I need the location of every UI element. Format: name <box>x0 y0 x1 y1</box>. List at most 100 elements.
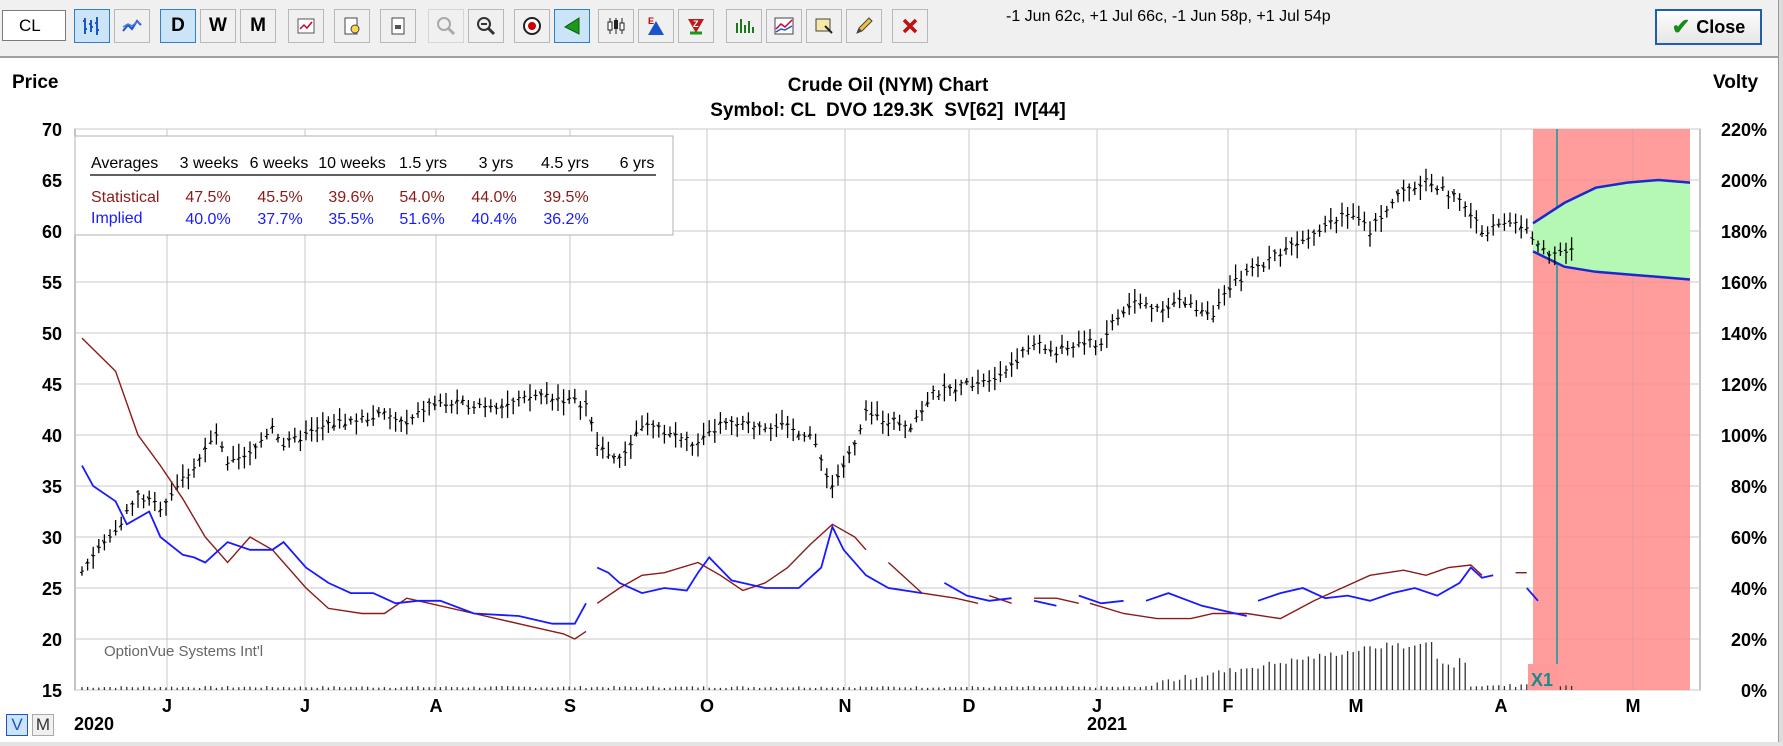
watermark: OptionVue Systems Int'l <box>104 643 263 660</box>
price-tick-label: 15 <box>42 681 62 701</box>
price-bar-open <box>303 431 307 434</box>
statistical-value: 47.5% <box>185 189 230 206</box>
close-label: Close <box>1696 16 1746 37</box>
month-tick-label: S <box>564 696 576 716</box>
x1-marker[interactable]: X1 <box>1528 664 1558 690</box>
line-chart-icon[interactable] <box>114 9 150 43</box>
month-tick-label: M <box>1626 696 1641 716</box>
month-tick-label: D <box>963 696 976 716</box>
statistical-value: 45.5% <box>257 189 302 206</box>
price-tick-label: 35 <box>42 477 62 497</box>
target-icon[interactable] <box>514 9 550 43</box>
price-bar-open <box>1485 234 1488 237</box>
averages-header: 3 yrs <box>479 155 514 172</box>
daily-button[interactable]: D <box>160 9 196 43</box>
chart-settings-icon[interactable] <box>288 9 324 43</box>
averages-header: 6 yrs <box>620 155 655 172</box>
monthly-button[interactable]: M <box>240 9 276 43</box>
implied-value: 40.0% <box>185 211 230 228</box>
print-preview-icon[interactable] <box>334 9 370 43</box>
implied-value: 36.2% <box>543 211 588 228</box>
annotate-icon[interactable] <box>806 9 842 43</box>
price-bar-open <box>169 493 172 495</box>
implied-value: 37.7% <box>257 211 302 228</box>
chart-subtitle: Symbol: CL DVO 129.3K SV[62] IV[44] <box>710 100 1065 121</box>
volty-tick-label: 180% <box>1721 222 1767 242</box>
averages-header: 3 weeks <box>180 155 239 172</box>
month-tick-label: F <box>1223 696 1234 716</box>
price-bar-open <box>1132 301 1135 303</box>
weekly-label: W <box>209 15 227 36</box>
price-tick-label: 20 <box>42 630 62 650</box>
month-tick-label: O <box>700 696 714 716</box>
volatility-lines-icon[interactable] <box>766 9 802 43</box>
pencil-icon[interactable] <box>846 9 882 43</box>
arrow-icon[interactable] <box>554 9 590 43</box>
svg-text:Z: Z <box>693 19 699 29</box>
price-bar-open <box>107 534 111 537</box>
symbol-input[interactable] <box>2 10 66 41</box>
month-tick-label: J <box>1092 696 1102 716</box>
volume-bars-icon[interactable] <box>726 9 762 43</box>
v-button[interactable]: V <box>6 714 28 736</box>
chart-title: Crude Oil (NYM) Chart <box>788 75 989 96</box>
bar-chart-icon[interactable] <box>74 9 110 43</box>
candlestick-icon[interactable] <box>598 9 634 43</box>
x1-marker-label: X1 <box>1531 670 1553 690</box>
averages-header: 4.5 yrs <box>541 155 589 172</box>
implied-value: 40.4% <box>471 211 516 228</box>
price-bar-open <box>763 428 766 431</box>
weekly-button[interactable]: W <box>200 9 236 43</box>
svg-text:E: E <box>648 16 654 26</box>
price-bar-open <box>583 400 587 403</box>
month-tick-label: M <box>1349 696 1364 716</box>
zoom-out-icon[interactable] <box>468 9 504 43</box>
price-bar-open <box>516 398 519 401</box>
delete-icon[interactable] <box>892 9 928 43</box>
year-label-2020: 2020 <box>74 714 114 734</box>
monthly-label: M <box>250 15 266 36</box>
volty-tick-label: 120% <box>1721 375 1767 395</box>
price-bar-open <box>936 395 939 398</box>
price-bar-open <box>1356 216 1359 219</box>
E-marker-icon[interactable]: E <box>638 9 674 43</box>
status-bar <box>0 742 1783 746</box>
averages-header: 6 weeks <box>250 155 309 172</box>
price-tick-label: 25 <box>42 579 62 599</box>
price-tick-label: 60 <box>42 222 62 242</box>
volty-tick-label: 160% <box>1721 273 1767 293</box>
price-bar-open <box>863 408 867 411</box>
chart-area: 15 20 25 30 35 40 45 50 55 60 65 70 0% 20% 40% 60% 80% 10… <box>12 72 1767 734</box>
volty-tick-label: 100% <box>1721 426 1767 446</box>
year-label-2021: 2021 <box>1087 714 1127 734</box>
volty-tick-label: 200% <box>1721 171 1767 191</box>
averages-header: 10 weeks <box>318 155 386 172</box>
checkmark-icon: ✔ <box>1671 14 1691 39</box>
volty-tick-label: 0% <box>1741 681 1767 701</box>
statistical-row-label: Statistical <box>91 189 159 206</box>
volty-axis-label: Volty <box>1713 72 1758 93</box>
projection-zones <box>1532 129 1691 690</box>
averages-header: 1.5 yrs <box>399 155 447 172</box>
price-tick-label: 70 <box>42 120 62 140</box>
statistical-value: 54.0% <box>399 189 444 206</box>
implied-value: 35.5% <box>328 211 373 228</box>
month-tick-label: J <box>162 696 172 716</box>
statistical-value: 44.0% <box>471 189 516 206</box>
m-button[interactable]: M <box>32 714 54 736</box>
price-tick-label: 55 <box>42 273 62 293</box>
Z-marker-icon[interactable]: Z <box>678 9 714 43</box>
implied-value: 51.6% <box>399 211 444 228</box>
volty-tick-label: 20% <box>1731 630 1767 650</box>
price-axis-label: Price <box>12 72 58 93</box>
m-label: M <box>35 715 51 734</box>
volty-tick-label: 140% <box>1721 324 1767 344</box>
zoom-in-icon[interactable] <box>428 9 464 43</box>
statistical-value: 39.6% <box>328 189 373 206</box>
close-button[interactable]: ✔ Close <box>1655 9 1762 45</box>
month-tick-label: N <box>839 696 852 716</box>
strategy-text: -1 Jun 62c, +1 Jul 66c, -1 Jun 58p, +1 J… <box>1006 8 1331 25</box>
month-tick-label: J <box>300 696 310 716</box>
print-icon[interactable] <box>380 9 416 43</box>
volty-tick-label: 80% <box>1731 477 1767 497</box>
